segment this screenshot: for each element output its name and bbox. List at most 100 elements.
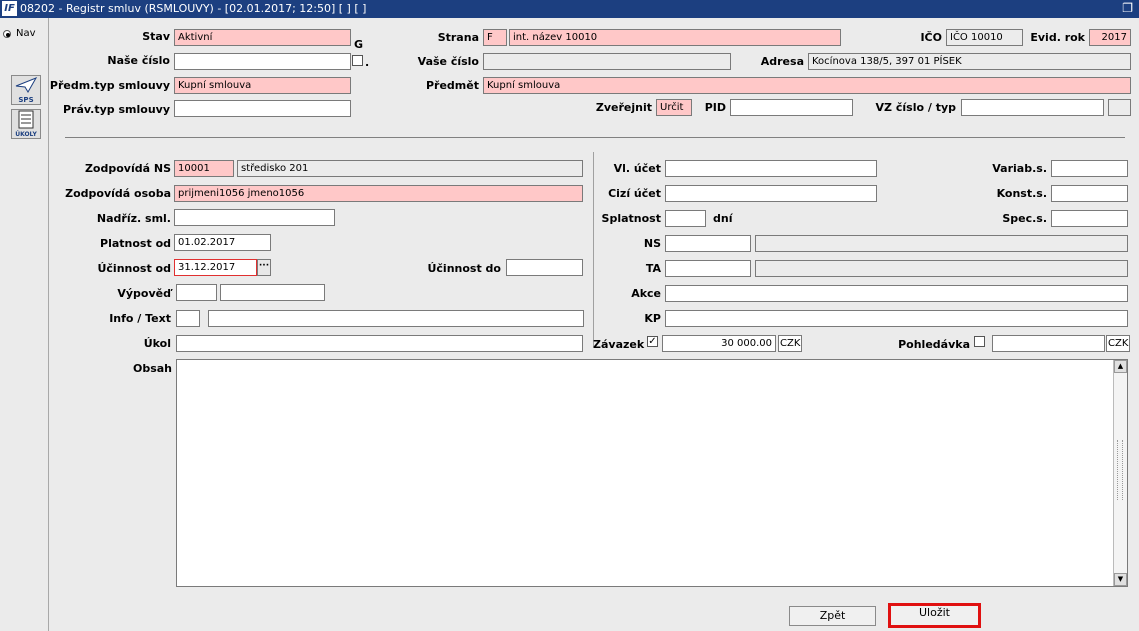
info-field[interactable]	[176, 310, 200, 327]
predmet-label: Předmět	[425, 79, 479, 92]
pohledavka-checkbox[interactable]	[974, 336, 985, 347]
platnost-od-field[interactable]: 01.02.2017	[174, 234, 271, 251]
back-button[interactable]: Zpět	[789, 606, 876, 626]
zodp-ns-desc-field[interactable]: středisko 201	[237, 160, 583, 177]
adresa-label: Adresa	[760, 55, 804, 68]
zverejnit-label: Zveřejnit	[595, 101, 652, 114]
konst-field[interactable]	[1051, 185, 1128, 202]
ucinnost-do-field[interactable]	[506, 259, 583, 276]
save-button[interactable]: Uložit	[888, 603, 981, 628]
cizi-ucet-field[interactable]	[665, 185, 877, 202]
vl-ucet-field[interactable]	[665, 160, 877, 177]
ns-desc-field[interactable]	[755, 235, 1128, 252]
text-field[interactable]	[208, 310, 584, 327]
app-logo-icon: IF	[2, 1, 17, 16]
splatnost-unit: dní	[713, 212, 733, 225]
dot-label: .	[365, 56, 370, 69]
spec-label: Spec.s.	[1002, 212, 1047, 225]
cizi-ucet-label: Cizí účet	[608, 187, 661, 200]
vl-ucet-label: Vl. účet	[613, 162, 661, 175]
zodp-osoba-field[interactable]: prijmeni1056 jmeno1056	[174, 185, 583, 202]
title-bar: IF 08202 - Registr smluv (RSMLOUVY) - [0…	[0, 0, 1139, 18]
zodp-ns-label: Zodpovídá NS	[84, 162, 171, 175]
kp-label: KP	[644, 312, 661, 325]
ucinnost-od-field[interactable]: 31.12.2017	[174, 259, 257, 276]
splatnost-field[interactable]	[665, 210, 706, 227]
g-label: G	[354, 38, 364, 51]
prav-typ-label: Práv.typ smlouvy	[62, 103, 170, 116]
zavazek-label: Závazek	[593, 338, 645, 351]
obsah-scrollbar[interactable]: ▲ ▼	[1113, 360, 1127, 586]
prav-typ-field[interactable]	[174, 100, 351, 117]
zverejnit-field[interactable]: Určit	[656, 99, 692, 116]
task-list-icon	[18, 110, 34, 129]
zavazek-currency-field[interactable]: CZK	[778, 335, 802, 352]
section-divider	[65, 137, 1125, 138]
predmet-field[interactable]: Kupní smlouva	[483, 77, 1131, 94]
scroll-grip-icon[interactable]	[1117, 440, 1123, 500]
info-text-label: Info / Text	[109, 312, 171, 325]
ta-field[interactable]	[665, 260, 751, 277]
date-picker-button[interactable]: ···	[257, 259, 271, 276]
scroll-up-icon[interactable]: ▲	[1114, 360, 1127, 373]
restore-window-icon[interactable]: ❐	[1122, 1, 1133, 15]
spec-field[interactable]	[1051, 210, 1128, 227]
scroll-down-icon[interactable]: ▼	[1114, 573, 1127, 586]
strana-name-field[interactable]: int. název 10010	[509, 29, 841, 46]
obsah-textarea[interactable]: ▲ ▼	[176, 359, 1128, 587]
nav-radio[interactable]	[3, 30, 11, 38]
pohledavka-currency-field[interactable]: CZK	[1106, 335, 1130, 352]
sps-tool-button[interactable]: SPS	[11, 75, 41, 105]
konst-label: Konst.s.	[996, 187, 1047, 200]
ucinnost-do-label: Účinnost do	[427, 262, 501, 275]
ucinnost-od-label: Účinnost od	[97, 262, 171, 275]
window-title: 08202 - Registr smluv (RSMLOUVY) - [02.0…	[20, 2, 367, 15]
ta-desc-field[interactable]	[755, 260, 1128, 277]
ukoly-tool-button[interactable]: ÚKOLY	[11, 109, 41, 139]
g-checkbox[interactable]	[352, 55, 363, 66]
nadriz-label: Nadříz. sml.	[96, 212, 171, 225]
vypoved-field-1[interactable]	[176, 284, 217, 301]
zavazek-checkbox[interactable]: ✓	[647, 336, 658, 347]
variab-field[interactable]	[1051, 160, 1128, 177]
variab-label: Variab.s.	[992, 162, 1047, 175]
vypoved-field-2[interactable]	[220, 284, 325, 301]
vase-cislo-label: Vaše číslo	[417, 55, 479, 68]
zavazek-amount-field[interactable]: 30 000.00	[662, 335, 776, 352]
splatnost-label: Splatnost	[601, 212, 661, 225]
vypoved-label: Výpověď	[117, 287, 171, 300]
vase-cislo-field[interactable]	[483, 53, 731, 70]
vz-cislo-field[interactable]	[961, 99, 1104, 116]
akce-field[interactable]	[665, 285, 1128, 302]
strana-label: Strana	[437, 31, 479, 44]
kp-field[interactable]	[665, 310, 1128, 327]
ns-label: NS	[643, 237, 661, 250]
pid-field[interactable]	[730, 99, 853, 116]
ns-field[interactable]	[665, 235, 751, 252]
stav-field[interactable]: Aktivní	[174, 29, 351, 46]
predm-typ-label: Předm.typ smlouvy	[49, 79, 170, 92]
evid-rok-field[interactable]: 2017	[1089, 29, 1131, 46]
paper-plane-icon	[15, 77, 38, 93]
nase-cislo-field[interactable]	[174, 53, 351, 70]
pohledavka-amount-field[interactable]	[992, 335, 1105, 352]
ukol-label: Úkol	[143, 337, 171, 350]
adresa-field[interactable]: Kocínova 138/5, 397 01 PÍSEK	[808, 53, 1131, 70]
pohledavka-label: Pohledávka	[898, 338, 970, 351]
zodp-osoba-label: Zodpovídá osoba	[65, 187, 171, 200]
ico-label: IČO	[920, 31, 942, 44]
stav-label: Stav	[142, 30, 170, 43]
ico-field[interactable]: IČO 10010	[946, 29, 1023, 46]
vz-cislo-label: VZ číslo / typ	[875, 101, 956, 114]
ukol-field[interactable]	[176, 335, 583, 352]
nadriz-field[interactable]	[174, 209, 335, 226]
ukoly-tool-label: ÚKOLY	[15, 131, 37, 138]
column-divider	[593, 152, 594, 347]
strana-code-field[interactable]: F	[483, 29, 507, 46]
zodp-ns-code-field[interactable]: 10001	[174, 160, 234, 177]
predm-typ-field[interactable]: Kupní smlouva	[174, 77, 351, 94]
vz-typ-field[interactable]	[1108, 99, 1131, 116]
ta-label: TA	[645, 262, 661, 275]
nase-cislo-label: Naše číslo	[107, 54, 170, 67]
nav-label: Nav	[16, 28, 36, 39]
